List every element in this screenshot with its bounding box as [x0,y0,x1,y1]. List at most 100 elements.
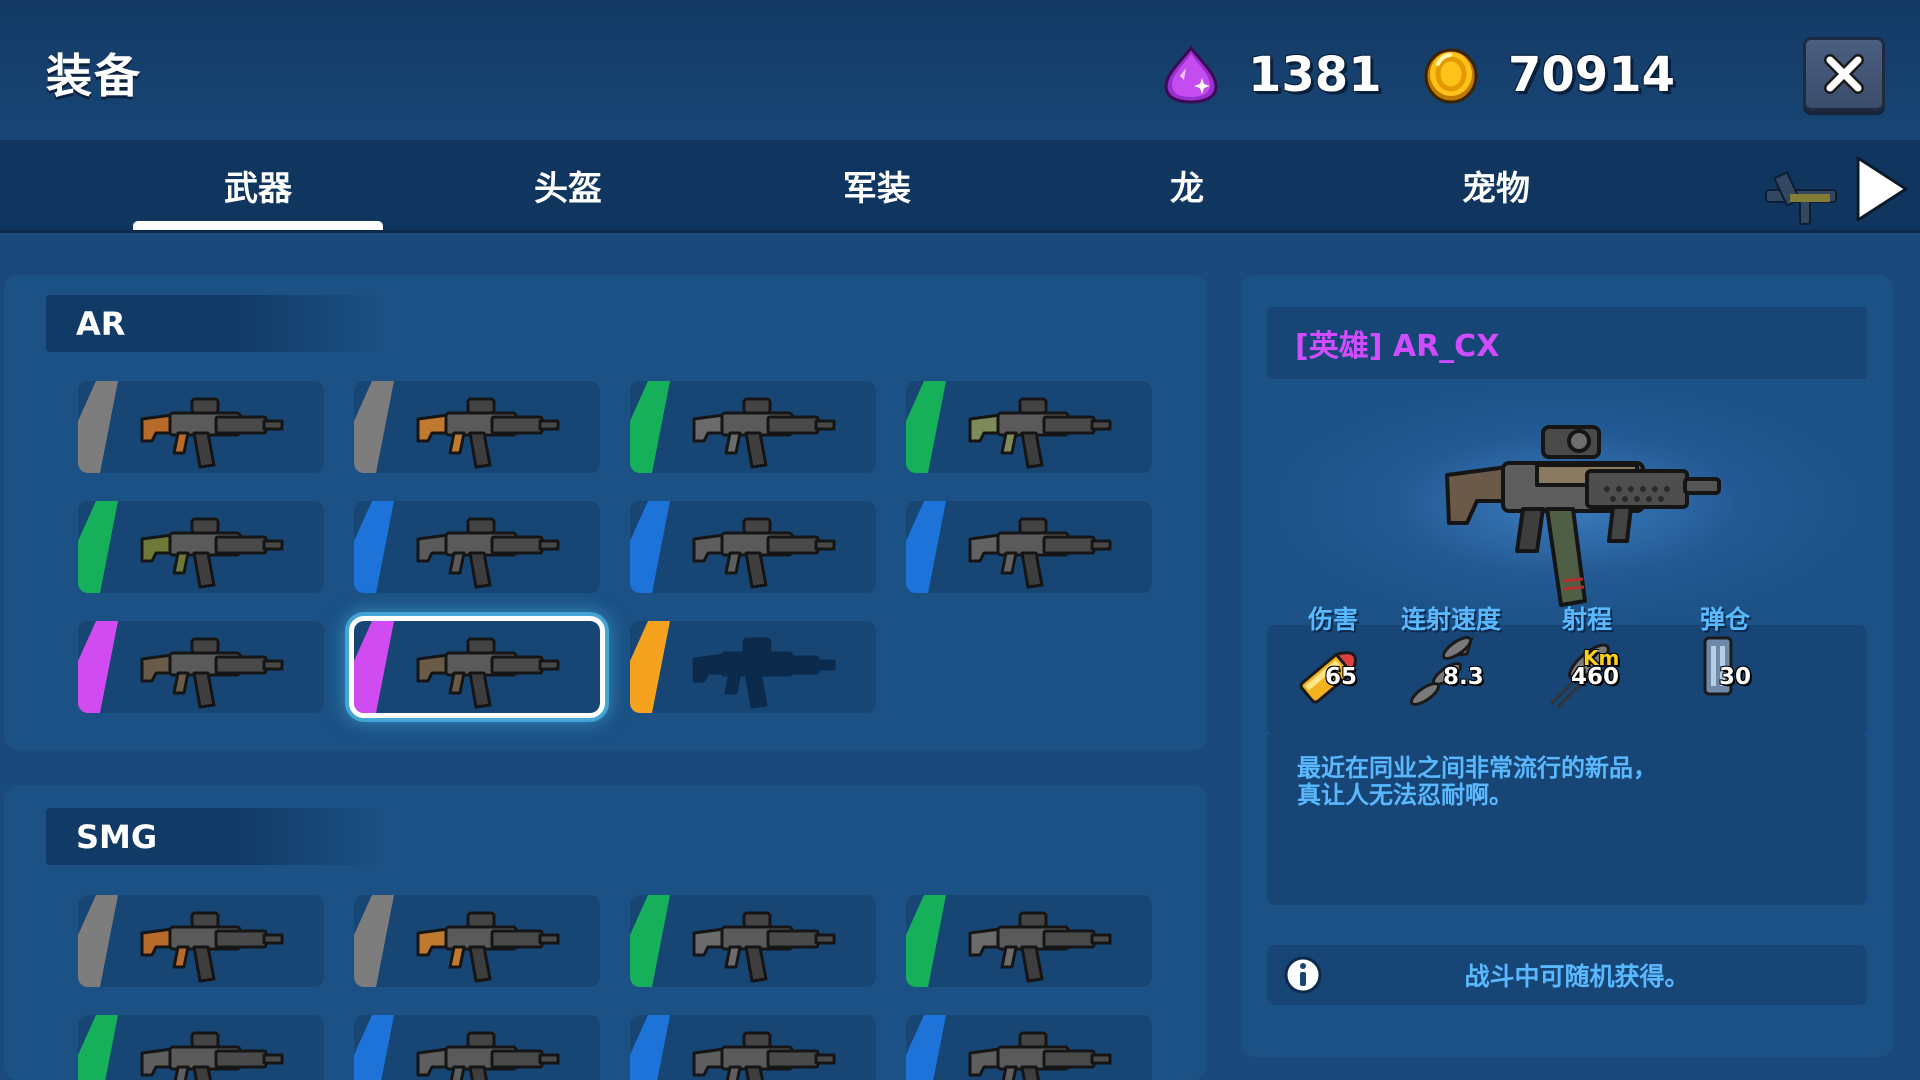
close-button[interactable] [1803,37,1885,111]
close-x-icon [1824,54,1864,94]
locked-weapon-silhouette [692,637,836,709]
weapon-slot[interactable] [354,1015,600,1080]
weapon-icon [692,911,836,983]
description-line: 最近在同业之间非常流行的新品， [1297,754,1657,782]
tab-label: 军装 [843,168,911,209]
gem-currency: 1381 [1160,44,1382,106]
weapon-slot[interactable] [630,381,876,473]
weapon-icon [692,517,836,589]
weapon-preview-icon [1765,171,1837,225]
weapon-slot[interactable] [630,621,876,713]
stat-label: 弹仓 [1699,605,1750,634]
weapon-slot[interactable] [78,501,324,593]
weapon-preview-image [1445,425,1721,607]
weapon-slot[interactable] [906,501,1152,593]
rarity-stripe [78,621,118,713]
coin-amount: 70914 [1508,47,1675,103]
weapon-icon [140,397,284,469]
stat-value: 30 [1719,664,1752,690]
weapon-slot[interactable] [78,1015,324,1080]
tab-uniform[interactable]: 军装 [752,140,1002,230]
tab-helmet[interactable]: 头盔 [443,140,693,230]
weapon-slot[interactable] [630,895,876,987]
weapon-icon [692,397,836,469]
tab-label: 龙 [1170,168,1204,209]
rarity-stripe [354,381,394,473]
obtain-source-text: 战斗中可随机获得。 [1464,962,1690,991]
weapon-description: 最近在同业之间非常流行的新品， 真让人无法忍耐啊。 [1297,755,1817,809]
rarity-stripe [354,621,394,713]
category-header: AR [46,295,386,352]
weapon-slot[interactable] [78,621,324,713]
weapon-slot[interactable] [906,381,1152,473]
obtain-source-bar: 战斗中可随机获得。 [1267,945,1867,1005]
tab-label: 宠物 [1462,168,1530,209]
rarity-stripe [78,381,118,473]
weapon-icon [416,637,560,709]
coin-icon [1424,48,1478,104]
weapon-slot[interactable] [906,895,1152,987]
tab-weapons[interactable]: 武器 [133,140,383,230]
rarity-stripe [906,1015,946,1080]
weapon-icon [140,911,284,983]
weapon-slot[interactable] [354,381,600,473]
play-arrow-icon [1856,156,1908,222]
category-header: SMG [46,808,386,865]
weapon-slot[interactable] [354,895,600,987]
coin-currency: 70914 [1420,44,1675,106]
weapon-icon [968,1031,1112,1080]
stat-value: 460 [1571,664,1620,690]
stat-magazine: 弹仓 30 [1655,600,1795,696]
rarity-stripe [630,895,670,987]
weapon-slot[interactable] [906,1015,1152,1080]
rarity-stripe [906,501,946,593]
tab-dragon[interactable]: 龙 [1062,140,1312,230]
stat-label: 连射速度 [1400,605,1501,634]
stat-value: 8.3 [1443,664,1484,690]
stat-label: 射程 [1561,605,1612,634]
rarity-stripe [630,501,670,593]
weapon-icon [968,911,1112,983]
rarity-stripe [354,895,394,987]
weapon-icon [416,517,560,589]
stat-value: 65 [1325,664,1358,690]
weapon-name: [英雄] AR_CX [1267,307,1867,379]
weapon-icon [140,517,284,589]
rarity-stripe [78,501,118,593]
tab-bar: 武器 头盔 军装 龙 宠物 [0,140,1920,233]
page-title: 装备 [46,49,142,103]
gem-amount: 1381 [1248,47,1382,103]
weapon-slot[interactable] [78,895,324,987]
weapon-slot[interactable] [354,501,600,593]
rarity-stripe [354,1015,394,1080]
description-line: 真让人无法忍耐啊。 [1297,781,1513,809]
weapon-icon [140,637,284,709]
weapon-slot[interactable] [78,381,324,473]
rarity-stripe [906,895,946,987]
stat-range: 射程 Km 460 [1517,600,1657,710]
gem-icon [1164,45,1218,104]
weapon-icon [140,1031,284,1080]
tab-pet[interactable]: 宠物 [1371,140,1621,230]
active-tab-indicator [133,221,383,230]
weapon-slot[interactable] [630,1015,876,1080]
rarity-stripe [630,381,670,473]
weapon-icon [416,397,560,469]
rarity-stripe [354,501,394,593]
weapon-icon [968,517,1112,589]
rarity-stripe [78,895,118,987]
weapon-slot[interactable] [630,501,876,593]
weapon-icon [968,397,1112,469]
tab-label: 武器 [224,168,292,209]
top-bar: 装备 1381 70914 [0,0,1920,140]
rarity-stripe [78,1015,118,1080]
rarity-stripe [630,1015,670,1080]
rarity-stripe [906,381,946,473]
weapon-icon [692,1031,836,1080]
stat-fire-rate: 连射速度 8.3 [1381,600,1521,706]
weapon-icon [416,1031,560,1080]
rarity-stripe [630,621,670,713]
weapon-slot[interactable] [349,616,605,718]
weapon-detail-panel: [英雄] AR_CX 伤害 65 连射速度 8.3 射程 Km 460 弹仓 3… [1241,275,1893,1057]
tab-label: 头盔 [534,168,602,209]
